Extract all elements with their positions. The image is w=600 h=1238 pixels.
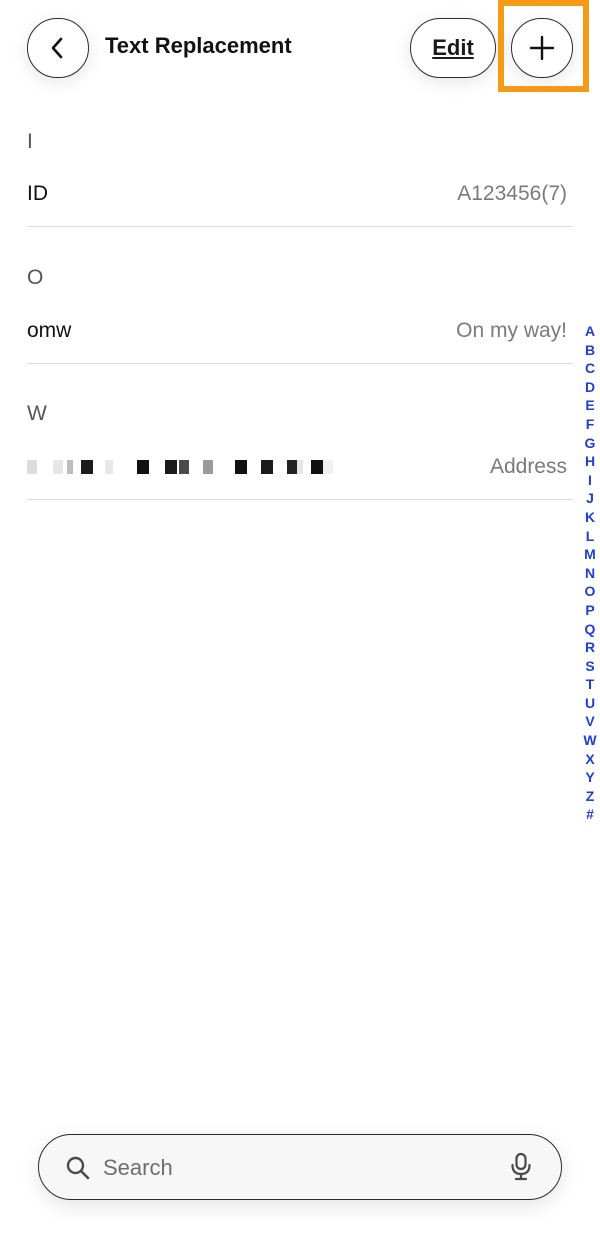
alphabet-index-letter[interactable]: G [585,434,596,453]
alphabet-index-letter[interactable]: T [586,675,595,694]
search-input[interactable]: Search [103,1155,173,1181]
alphabet-index-letter[interactable]: U [585,694,595,713]
shortcut-label: A123456(7) [457,182,567,205]
shortcut-label: Address [489,455,567,478]
list-item-address[interactable]: Address [27,430,573,504]
alphabet-index-letter[interactable]: B [585,341,595,360]
alphabet-index-letter[interactable]: F [586,415,595,434]
alphabet-index-letter[interactable]: C [585,359,595,378]
list-item-omw[interactable]: omw On my way! [27,294,573,368]
alphabet-index-letter[interactable]: H [585,452,595,471]
alphabet-index-letter[interactable]: L [586,527,595,546]
page-title: Text Replacement [105,33,292,58]
section-header-o: O [27,266,44,289]
alphabet-index-letter[interactable]: Q [585,620,596,639]
divider [27,226,573,227]
edit-button[interactable]: Edit [410,18,496,78]
alphabet-index-letter[interactable]: N [585,564,595,583]
alphabet-index-letter[interactable]: O [585,582,596,601]
edit-button-label: Edit [432,35,474,60]
divider [27,499,573,500]
plus-icon [529,35,555,61]
alphabet-index-letter[interactable]: V [585,712,594,731]
phrase-label: ID [27,182,48,205]
alphabet-index-letter[interactable]: A [585,322,595,341]
shortcut-label: On my way! [456,319,567,342]
alphabet-index-letter[interactable]: P [585,601,594,620]
search-bar[interactable]: Search [38,1134,562,1200]
alphabet-index-letter[interactable]: E [585,396,594,415]
section-header-w: W [27,402,47,425]
alphabet-index-letter[interactable]: X [585,750,594,769]
alphabet-index-letter[interactable]: Z [586,787,595,806]
alphabet-index-letter[interactable]: Y [585,768,594,787]
phrase-label: omw [27,319,72,342]
section-header-i: I [27,130,33,153]
header-background [0,0,600,118]
back-button[interactable] [27,18,89,78]
alphabet-index-letter[interactable]: K [585,508,595,527]
magnifier-icon [66,1156,90,1180]
text-replacement-screen: Text Replacement Edit I ID A123456(7) O … [0,0,600,1238]
alphabet-index-letter[interactable]: S [585,657,594,676]
alphabet-index-letter[interactable]: # [586,805,594,824]
divider [27,363,573,364]
redacted-phrase [27,459,333,475]
alphabet-index-letter[interactable]: M [584,545,596,564]
alphabet-index-letter[interactable]: I [588,471,592,490]
chevron-left-icon [51,37,63,59]
list-item-id[interactable]: ID A123456(7) [27,157,573,231]
alphabet-index-letter[interactable]: W [583,731,596,750]
alphabet-index[interactable]: A B C D E F G H I J K L M N O P Q R S T U V W X Y Z # [580,322,600,824]
alphabet-index-letter[interactable]: J [586,489,594,508]
add-button[interactable] [511,18,573,78]
microphone-icon[interactable] [509,1152,533,1182]
alphabet-index-letter[interactable]: R [585,638,595,657]
alphabet-index-letter[interactable]: D [585,378,595,397]
